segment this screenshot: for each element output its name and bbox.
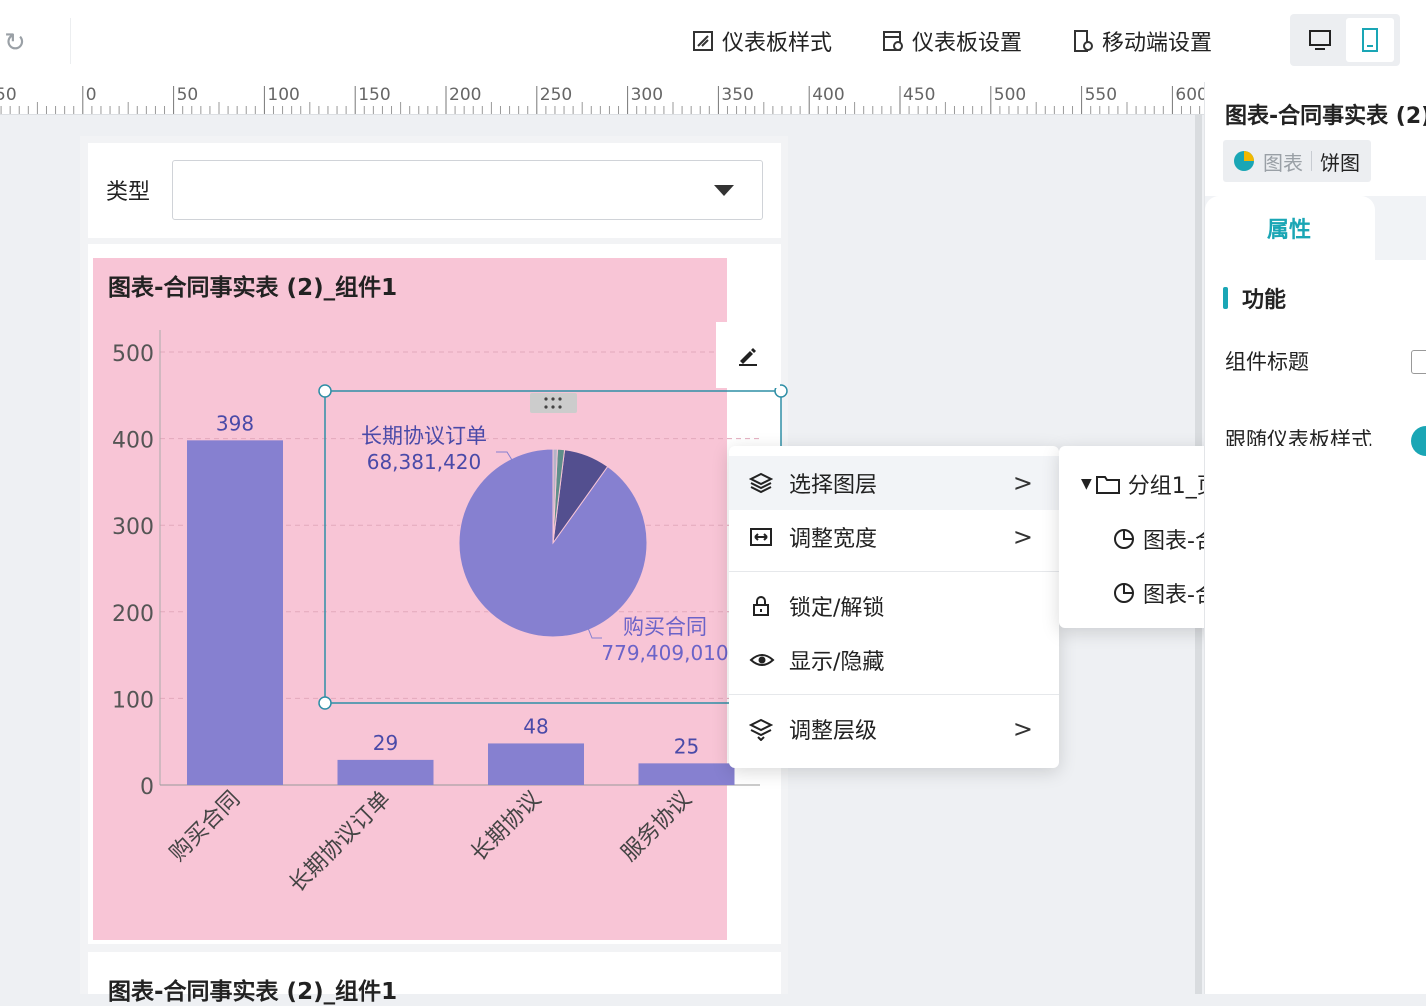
section-function: 功能 bbox=[1223, 282, 1286, 314]
mobile-settings-label: 移动端设置 bbox=[1102, 31, 1213, 56]
menu-item-label: 显示/隐藏 bbox=[789, 650, 885, 675]
menu-item-lock[interactable]: 锁定/解锁 bbox=[729, 579, 1059, 633]
ruler-label: 150 bbox=[358, 85, 390, 105]
mobile-settings-button[interactable]: 移动端设置 bbox=[1072, 26, 1212, 56]
desktop-view-button[interactable] bbox=[1296, 18, 1344, 62]
menu-divider bbox=[729, 694, 1059, 695]
mobile-view-button[interactable] bbox=[1346, 18, 1394, 62]
menu-item-adjust-level[interactable]: 调整层级 > bbox=[729, 702, 1059, 756]
ruler-label: 550 bbox=[1085, 85, 1117, 105]
menu-item-show-hide[interactable]: 显示/隐藏 bbox=[729, 633, 1059, 687]
tag-divider bbox=[1311, 151, 1312, 171]
device-switch bbox=[1290, 14, 1400, 66]
properties-panel: 图表-合同事实表 (2) 图表 饼图 属性 功能 组件标题 跟随仪表板样式 bbox=[1204, 82, 1426, 994]
follow-style-label: 跟随仪表板样式 bbox=[1225, 428, 1372, 446]
chart-widget[interactable] bbox=[93, 258, 727, 940]
menu-item-adjust-width[interactable]: 调整宽度 > bbox=[729, 510, 1059, 564]
dashboard-settings-label: 仪表板设置 bbox=[912, 31, 1023, 56]
menu-item-label: 选择图层 bbox=[789, 473, 878, 498]
redo-icon[interactable]: ↻ bbox=[4, 28, 26, 58]
caret-down-icon bbox=[714, 185, 734, 196]
ruler-label: 50 bbox=[0, 85, 17, 105]
layer-order-icon bbox=[749, 718, 773, 741]
menu-item-label: 调整宽度 bbox=[789, 527, 878, 552]
style-icon bbox=[693, 31, 713, 51]
folder-icon bbox=[1095, 476, 1120, 494]
ruler-label: 350 bbox=[721, 85, 753, 105]
menu-item-select-layer[interactable]: 选择图层 > bbox=[729, 456, 1059, 510]
edit-widget-button[interactable] bbox=[716, 322, 780, 388]
mobile-icon bbox=[1362, 28, 1378, 52]
chart-type-tag: 图表 饼图 bbox=[1223, 140, 1371, 182]
widget2-title: 图表-合同事实表 (2)_组件1 bbox=[108, 979, 398, 1005]
mobile-settings-icon bbox=[1074, 30, 1093, 52]
ruler-label: 250 bbox=[540, 85, 572, 105]
horizontal-ruler: 50 0 50 100 150 200 250 300 350 400 450 500 550 600 bbox=[0, 82, 1204, 115]
ruler-label: 50 bbox=[177, 85, 199, 105]
widget-title: 图表-合同事实表 (2)_组件1 bbox=[108, 275, 398, 301]
top-toolbar: ↻ 仪表板样式 仪表板设置 移动端设置 bbox=[0, 0, 1426, 83]
desktop-icon bbox=[1309, 30, 1331, 50]
chevron-right-icon: > bbox=[1012, 715, 1033, 743]
ruler-label: 500 bbox=[994, 85, 1026, 105]
pie-color-icon bbox=[1234, 151, 1254, 171]
filter-label: 类型 bbox=[106, 180, 151, 205]
ruler-label: 450 bbox=[903, 85, 935, 105]
panel-title: 图表-合同事实表 (2) bbox=[1225, 104, 1426, 129]
chevron-right-icon: > bbox=[1012, 523, 1033, 551]
section-function-label: 功能 bbox=[1242, 288, 1287, 313]
dashboard-style-label: 仪表板样式 bbox=[722, 31, 833, 56]
tag-type: 图表 bbox=[1263, 150, 1303, 175]
type-select[interactable] bbox=[172, 160, 763, 220]
ruler-label: 400 bbox=[812, 85, 844, 105]
component-title-checkbox[interactable] bbox=[1411, 350, 1426, 374]
eye-icon bbox=[749, 654, 775, 666]
ruler-label: 300 bbox=[631, 85, 663, 105]
settings-icon bbox=[883, 31, 903, 51]
width-icon bbox=[750, 528, 772, 546]
ruler-label: 100 bbox=[267, 85, 299, 105]
lock-icon bbox=[753, 596, 769, 616]
ruler-label: 200 bbox=[449, 85, 481, 105]
menu-item-label: 调整层级 bbox=[789, 719, 878, 744]
tab-properties-label: 属性 bbox=[1267, 218, 1312, 243]
edit-pen-icon bbox=[739, 348, 757, 366]
tag-value: 饼图 bbox=[1320, 150, 1360, 175]
dashboard-style-button[interactable]: 仪表板样式 bbox=[692, 26, 832, 56]
caret-down-icon: ▼ bbox=[1081, 476, 1092, 492]
menu-item-label: 锁定/解锁 bbox=[789, 596, 885, 621]
menu-divider bbox=[729, 571, 1059, 572]
follow-style-toggle[interactable] bbox=[1411, 426, 1426, 456]
toolbar-divider bbox=[70, 18, 71, 64]
pie-chart-icon bbox=[1114, 583, 1134, 603]
ruler-ticks: 50 0 50 100 150 200 250 300 350 400 450 500 550 600 bbox=[0, 85, 1204, 114]
pie-chart-icon bbox=[1114, 529, 1134, 549]
chevron-right-icon: > bbox=[1012, 469, 1033, 497]
section-marker bbox=[1223, 287, 1228, 309]
dashboard-settings-button[interactable]: 仪表板设置 bbox=[882, 26, 1022, 56]
ruler-label: 600 bbox=[1175, 85, 1204, 105]
ruler-label: 0 bbox=[86, 85, 97, 105]
layers-icon bbox=[749, 472, 773, 494]
component-title-label: 组件标题 bbox=[1225, 350, 1309, 374]
context-menu: 选择图层 > 调整宽度 > 锁定/解锁 显示/隐藏 调整层级 > bbox=[729, 446, 1059, 768]
